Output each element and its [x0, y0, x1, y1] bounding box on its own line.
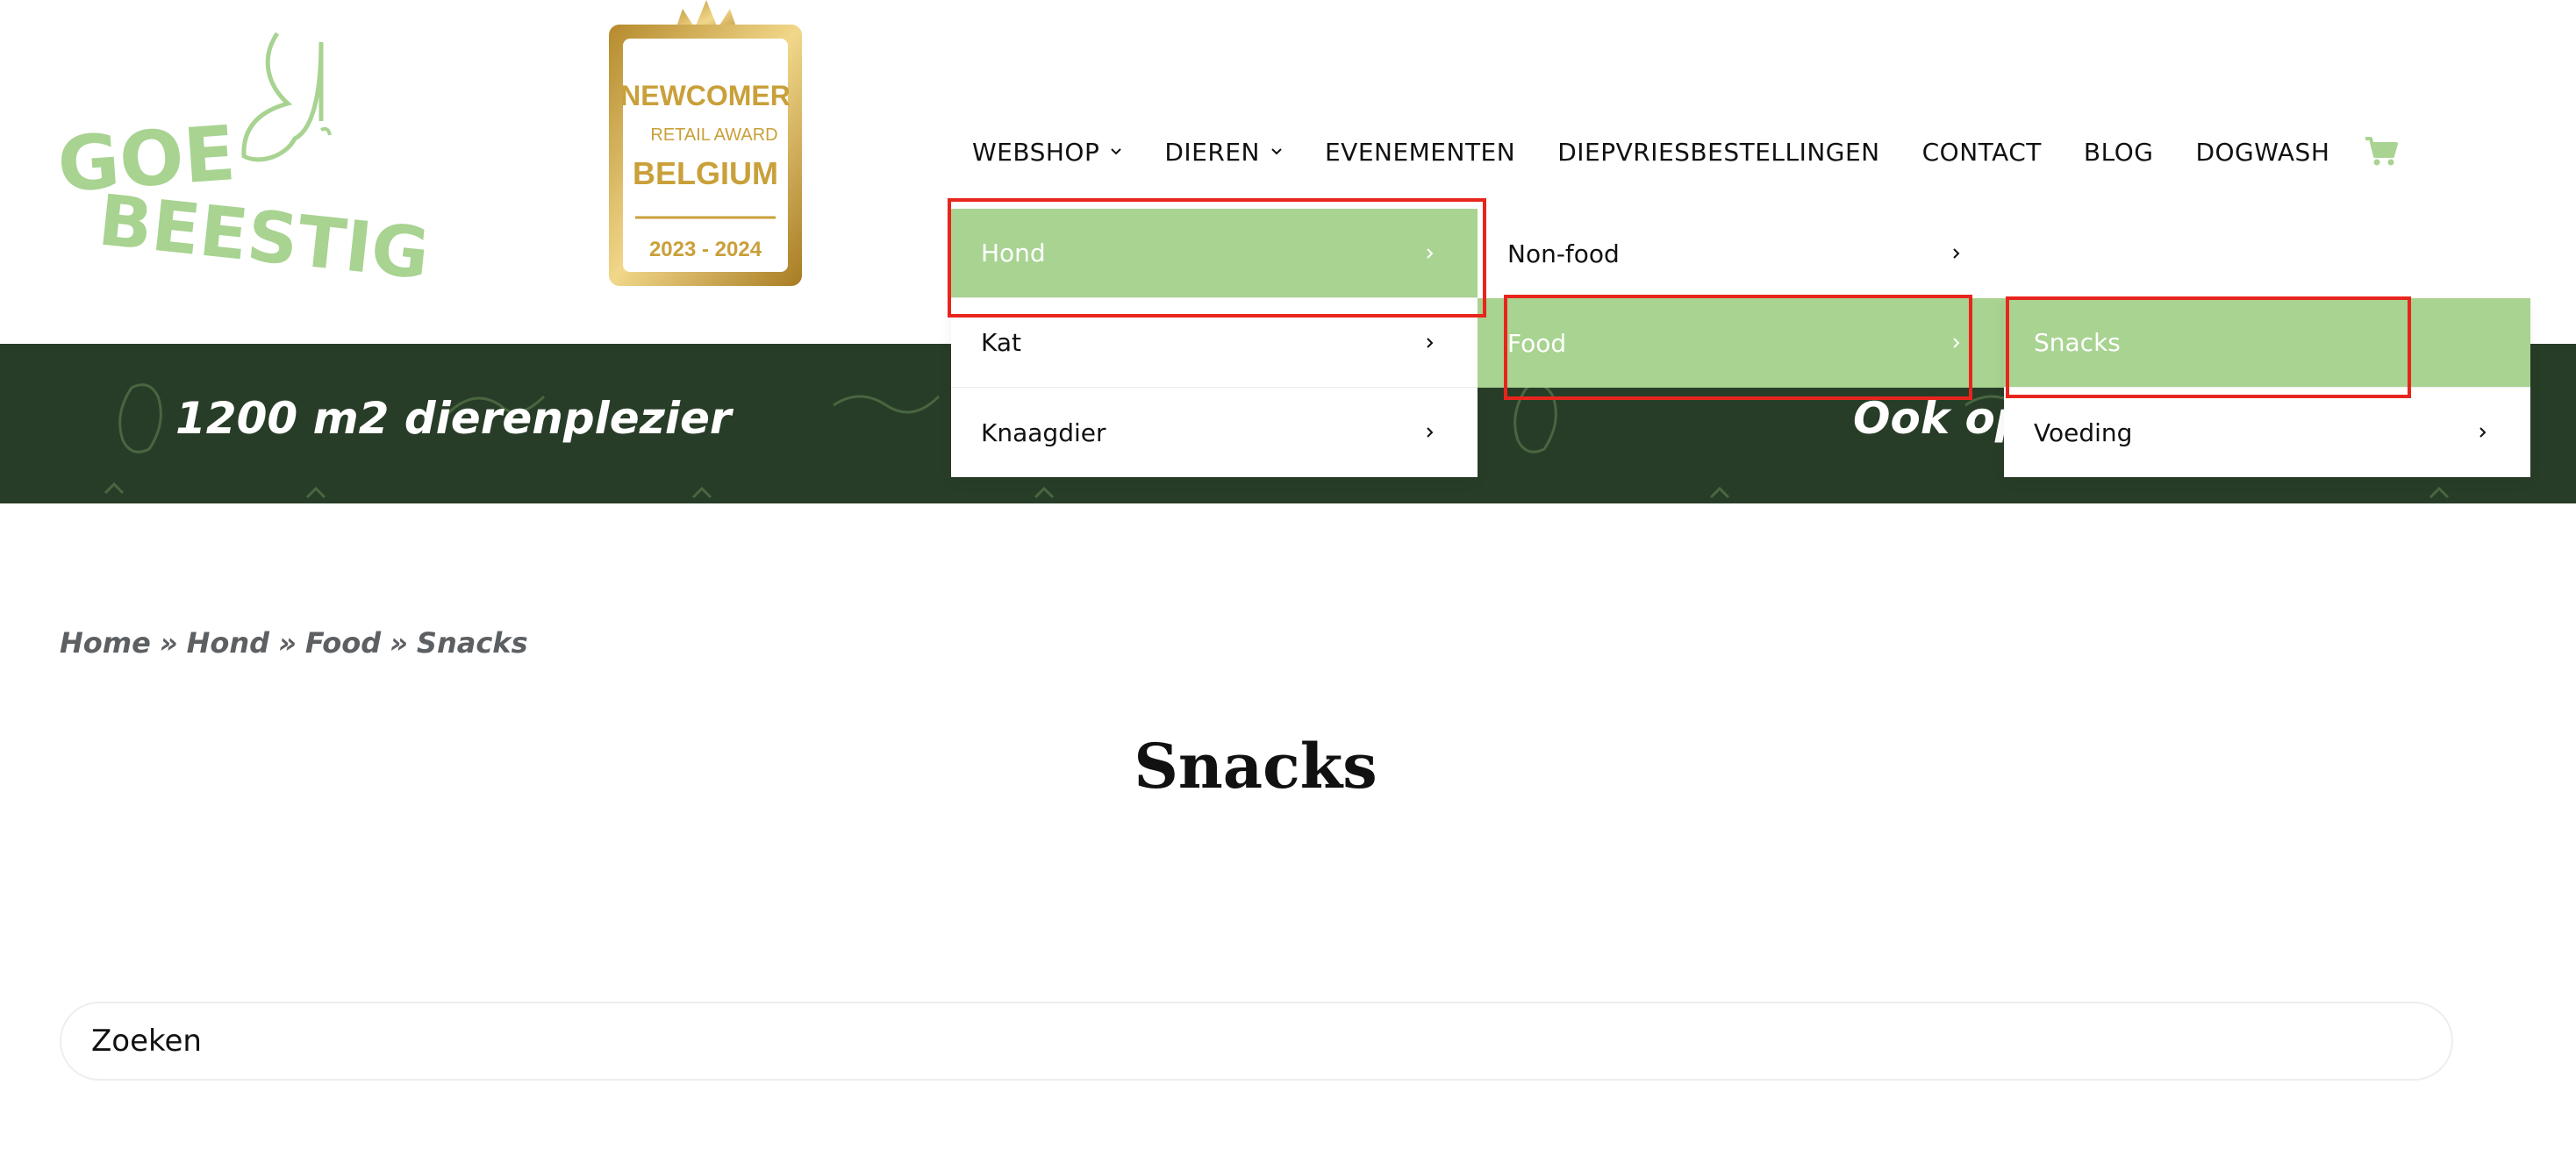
goebeestig-logo[interactable]: GOE BEESTIG	[58, 25, 426, 288]
breadcrumb: Home» Hond» Food» Snacks	[60, 626, 528, 660]
banner-text-right: Ook op	[1853, 393, 2027, 444]
menu-item-knaagdier[interactable]: Knaagdier	[951, 388, 1478, 477]
nav-label: WEBSHOP	[972, 137, 1100, 167]
chevron-down-icon	[1111, 148, 1122, 155]
menu-item-label: Hond	[981, 239, 1046, 268]
banner-text-left: 1200 m2 dierenplezier	[175, 393, 732, 444]
chevron-right-icon	[1953, 248, 1960, 259]
dropdown-level2: Non-food Food	[1478, 209, 2004, 388]
page-title: Snacks	[1134, 730, 1377, 803]
svg-text:NEWCOMER: NEWCOMER	[620, 80, 791, 111]
nav-dieren[interactable]: DIEREN	[1164, 138, 1283, 167]
breadcrumb-separator: »	[278, 626, 297, 660]
menu-item-label: Snacks	[2034, 328, 2121, 357]
svg-text:BELGIUM: BELGIUM	[633, 155, 778, 191]
search-input[interactable]	[60, 1002, 2453, 1081]
menu-item-non-food[interactable]: Non-food	[1478, 209, 2004, 298]
chevron-right-icon	[1427, 427, 1434, 438]
nav-label: DOGWASH	[2195, 137, 2330, 167]
menu-item-snacks[interactable]: Snacks	[2004, 298, 2530, 388]
chevron-right-icon	[1953, 338, 1960, 348]
menu-item-label: Non-food	[1507, 239, 1620, 268]
dropdown-level1: Hond Kat Knaagdier	[951, 209, 1478, 477]
svg-text:RETAIL AWARD: RETAIL AWARD	[650, 125, 777, 145]
nav-diepvriesbestellingen[interactable]: DIEPVRIESBESTELLINGEN	[1557, 138, 1879, 167]
menu-item-label: Voeding	[2034, 417, 2133, 447]
cart-icon[interactable]	[2364, 135, 2399, 167]
nav-label: DIEPVRIESBESTELLINGEN	[1557, 137, 1880, 167]
nav-dogwash[interactable]: DOGWASH	[2195, 138, 2329, 167]
breadcrumb-current-snacks: Snacks	[416, 626, 528, 660]
menu-item-kat[interactable]: Kat	[951, 298, 1478, 388]
menu-item-label: Kat	[981, 328, 1022, 357]
nav-label: BLOG	[2083, 137, 2154, 167]
nav-evenementen[interactable]: EVENEMENTEN	[1325, 138, 1515, 167]
menu-item-label: Knaagdier	[981, 417, 1106, 447]
newcomer-award-badge: NEWCOMER RETAIL AWARD BELGIUM 2023 - 202…	[609, 0, 802, 286]
breadcrumb-food[interactable]: Food	[305, 626, 381, 660]
breadcrumb-separator: »	[390, 626, 408, 660]
dropdown-level3: Snacks Voeding	[2004, 298, 2530, 477]
logo-text-bottom: BEESTIG	[95, 179, 426, 288]
menu-item-label: Food	[1507, 328, 1567, 358]
menu-item-hond[interactable]: Hond	[951, 209, 1478, 298]
breadcrumb-home[interactable]: Home	[60, 626, 151, 660]
chevron-right-icon	[1427, 337, 1434, 348]
main-nav: WEBSHOP DIEREN EVENEMENTEN DIEPVRIESBEST…	[972, 132, 2372, 172]
chevron-right-icon	[2479, 427, 2487, 438]
breadcrumb-hond[interactable]: Hond	[187, 626, 269, 660]
chevron-down-icon	[1271, 148, 1282, 155]
nav-label: EVENEMENTEN	[1324, 137, 1516, 167]
nav-contact[interactable]: CONTACT	[1922, 138, 2042, 167]
nav-webshop[interactable]: WEBSHOP	[972, 138, 1122, 167]
nav-label: CONTACT	[1921, 137, 2042, 167]
chevron-right-icon	[1427, 247, 1434, 259]
nav-blog[interactable]: BLOG	[2084, 138, 2154, 167]
svg-text:2023 - 2024: 2023 - 2024	[649, 238, 762, 261]
nav-label: DIEREN	[1164, 137, 1260, 167]
breadcrumb-separator: »	[159, 626, 178, 660]
menu-item-voeding[interactable]: Voeding	[2004, 388, 2530, 477]
menu-item-food[interactable]: Food	[1478, 298, 2004, 388]
